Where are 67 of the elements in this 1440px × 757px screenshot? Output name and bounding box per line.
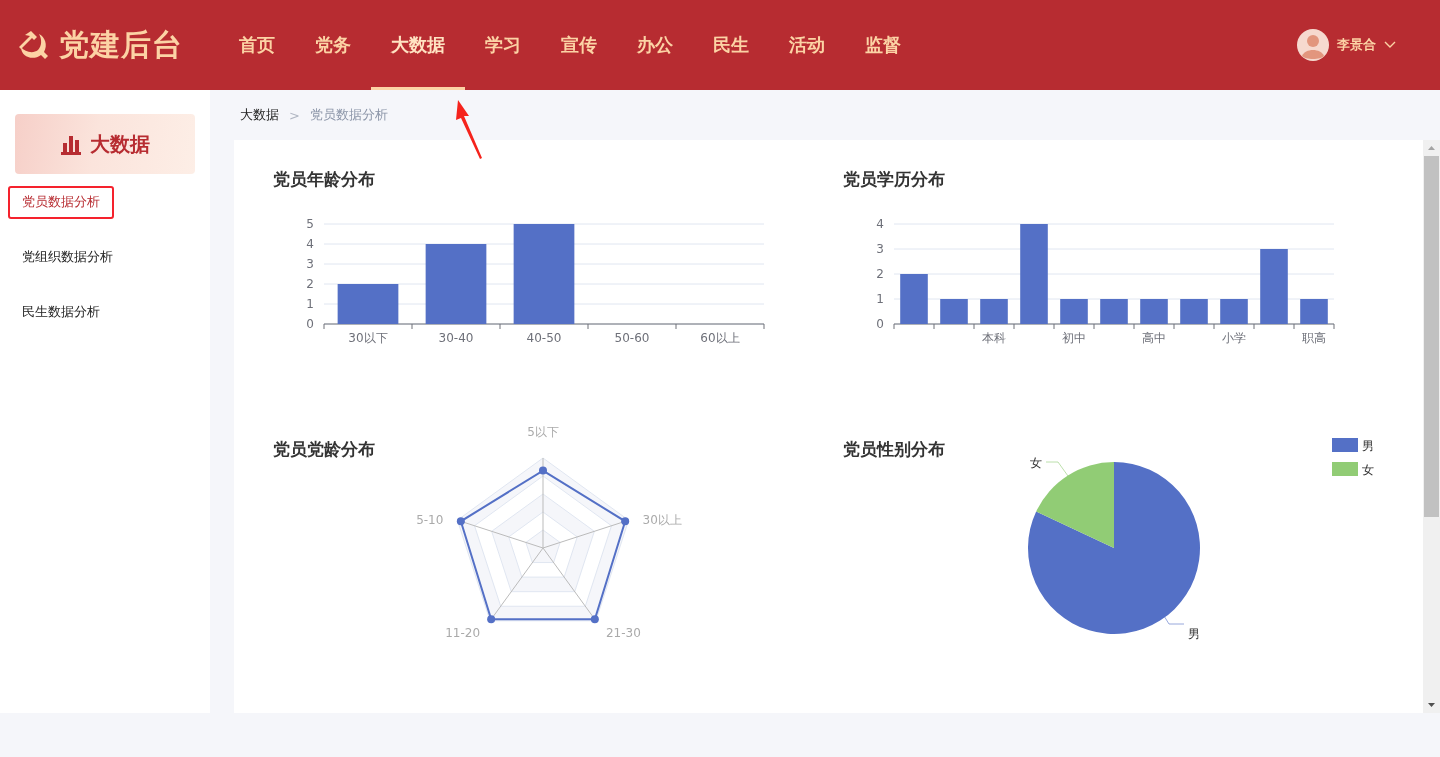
bar (1220, 299, 1248, 324)
legend-label[interactable]: 女 (1362, 463, 1374, 477)
bar (1100, 299, 1128, 324)
bar (940, 299, 968, 324)
nav-tab[interactable]: 宣传 (541, 0, 617, 90)
bar (1180, 299, 1208, 324)
sidebar-item[interactable]: 党员数据分析 (8, 186, 114, 219)
axis-tick-label: 1 (306, 297, 314, 311)
nav-tab[interactable]: 党务 (295, 0, 371, 90)
axis-tick-label: 5 (306, 217, 314, 231)
breadcrumb-separator: > (289, 107, 300, 123)
axis-category-label: 初中 (1062, 331, 1086, 345)
breadcrumb-item: 党员数据分析 (309, 106, 388, 124)
axis-tick-label: 2 (876, 267, 884, 281)
nav-tab[interactable]: 办公 (617, 0, 693, 90)
axis-category-label: 职高 (1302, 331, 1326, 345)
axis-tick-label: 4 (306, 237, 314, 251)
chart-title: 党员年龄分布 (273, 168, 375, 191)
nav-tab[interactable]: 大数据 (371, 0, 465, 90)
breadcrumb-item[interactable]: 大数据 (240, 106, 279, 124)
bar (1060, 299, 1088, 324)
axis-category-label: 小学 (1222, 331, 1246, 345)
banner-title: 大数据 (90, 130, 150, 158)
axis-category-label: 40-50 (526, 331, 562, 345)
leader-line (1045, 461, 1069, 477)
nav-tab[interactable]: 学习 (465, 0, 541, 90)
axis-category-label: 50-60 (614, 331, 650, 345)
chart-title: 党员性别分布 (843, 438, 945, 461)
user-name[interactable]: 李景合 (1337, 36, 1376, 54)
radar-axis-label: 21-30 (605, 625, 641, 640)
axis-tick-label: 3 (306, 257, 314, 271)
bar (337, 284, 399, 324)
caret-icon[interactable] (1384, 41, 1396, 49)
axis-category-label: 高中 (1142, 331, 1166, 345)
radar-axis-label: 30以上 (642, 513, 682, 528)
bar-chart-icon (60, 133, 82, 155)
axis-tick-label: 4 (876, 217, 884, 231)
axis-tick-label: 0 (876, 317, 884, 331)
axis-category-label: 30以下 (348, 331, 388, 345)
bar (1140, 299, 1168, 324)
radar-axis-label: 5-10 (416, 513, 444, 528)
sidebar-item[interactable]: 党组织数据分析 (8, 241, 127, 274)
nav-tab[interactable]: 首页 (219, 0, 295, 90)
legend-label[interactable]: 男 (1362, 439, 1374, 453)
axis-category-label: 30-40 (438, 331, 474, 345)
axis-tick-label: 0 (306, 317, 314, 331)
axis-category-label: 60以上 (700, 331, 740, 345)
sidebar-item[interactable]: 民生数据分析 (8, 296, 114, 329)
avatar-icon[interactable] (1297, 29, 1329, 61)
slice-label: 男 (1188, 627, 1200, 641)
scrollbar[interactable] (1423, 140, 1440, 713)
chart-title: 党员学历分布 (843, 168, 945, 191)
nav-tab[interactable]: 民生 (693, 0, 769, 90)
axis-category-label: 本科 (982, 331, 1006, 345)
chart-title: 党员党龄分布 (273, 438, 375, 461)
axis-tick-label: 2 (306, 277, 314, 291)
app-logo-text: 党建后台 (59, 25, 183, 64)
radar-axis-label: 11-20 (445, 625, 481, 640)
axis-tick-label: 3 (876, 242, 884, 256)
bar (980, 299, 1008, 324)
nav-tab[interactable]: 监督 (845, 0, 921, 90)
radar-axis-label: 5以下 (527, 425, 559, 439)
bar (1300, 299, 1328, 324)
slice-label: 女 (1030, 456, 1042, 470)
bar (900, 274, 928, 324)
nav-tab[interactable]: 活动 (769, 0, 845, 90)
axis-tick-label: 1 (876, 292, 884, 306)
